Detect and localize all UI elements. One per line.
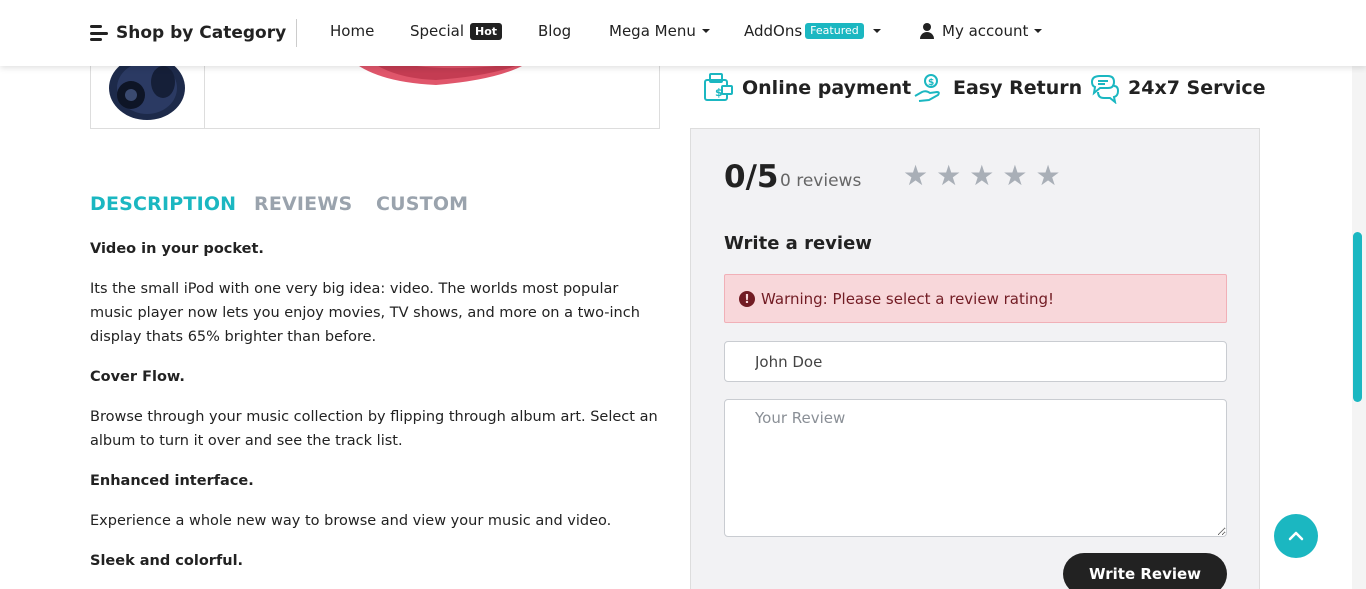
chevron-up-icon: [1288, 531, 1304, 541]
desc-heading: Cover Flow.: [90, 365, 665, 389]
nav-my-account[interactable]: My account: [920, 22, 1043, 40]
return-icon: $: [914, 74, 940, 102]
user-icon: [920, 23, 934, 39]
shop-by-category-label: Shop by Category: [116, 23, 287, 43]
tab-description[interactable]: DESCRIPTION: [90, 193, 236, 215]
review-textarea[interactable]: [724, 399, 1227, 537]
desc-paragraph: Experience a whole new way to browse and…: [90, 513, 612, 529]
warning-alert: ! Warning: Please select a review rating…: [724, 274, 1227, 323]
rating-stars: ★ ★ ★ ★ ★: [903, 159, 1061, 193]
desc-paragraph: Its the small iPod with one very big ide…: [90, 281, 640, 345]
desc-heading: Enhanced interface.: [90, 469, 665, 493]
chevron-down-icon: [1034, 29, 1043, 33]
nav-home[interactable]: Home: [330, 22, 374, 40]
scroll-to-top-button[interactable]: [1274, 514, 1318, 558]
feature-online-payment: $ Online payment: [702, 72, 911, 104]
top-navbar: Shop by Category Home Special Hot Blog M…: [0, 0, 1366, 66]
tab-custom[interactable]: CUSTOM: [376, 193, 468, 215]
desc-heading: Sleek and colorful.: [90, 549, 665, 573]
exclamation-icon: !: [739, 290, 755, 307]
chevron-down-icon: [872, 29, 881, 33]
scrollbar-thumb[interactable]: [1353, 232, 1362, 402]
star-icon[interactable]: ★: [969, 159, 994, 193]
nav-special-label: Special: [410, 22, 465, 40]
desc-heading-text: Sleek and colorful.: [90, 553, 244, 569]
reviews-count: 0 reviews: [780, 171, 862, 191]
chat-icon: [1090, 75, 1120, 104]
feature-24x7-service: 24x7 Service: [1088, 72, 1266, 104]
nav-my-account-label: My account: [942, 22, 1029, 40]
feature-label: Easy Return: [953, 77, 1083, 99]
rating-score: 0/5: [724, 159, 779, 195]
desc-heading-text: Cover Flow.: [90, 369, 185, 385]
write-review-button[interactable]: Write Review: [1063, 553, 1227, 589]
desc-paragraph: Browse through your music collection by …: [90, 409, 658, 449]
nav-addons-label: AddOns: [744, 22, 803, 40]
desc-heading-text: Enhanced interface.: [90, 473, 254, 489]
star-icon[interactable]: ★: [1002, 159, 1027, 193]
tab-reviews[interactable]: REVIEWS: [254, 193, 352, 215]
nav-home-label: Home: [330, 22, 375, 40]
star-icon[interactable]: ★: [936, 159, 961, 193]
nav-addons[interactable]: AddOns Featured: [744, 22, 881, 40]
featured-badge: Featured: [805, 23, 864, 39]
nav-blog-label: Blog: [538, 22, 572, 40]
payment-icon: $: [704, 73, 733, 101]
menu-icon: [90, 25, 108, 41]
desc-heading-text: Video in your pocket.: [90, 241, 264, 257]
desc-heading: Video in your pocket.: [90, 237, 665, 261]
review-panel: 0/5 0 reviews ★ ★ ★ ★ ★ Write a review !…: [690, 128, 1260, 589]
hot-badge: Hot: [470, 22, 503, 40]
nav-special[interactable]: Special Hot: [410, 22, 503, 40]
nav-divider: [296, 19, 297, 47]
feature-easy-return: $ Easy Return: [913, 72, 1082, 104]
chevron-down-icon: [701, 29, 710, 33]
name-input[interactable]: [724, 341, 1227, 382]
nav-mega-menu[interactable]: Mega Menu: [609, 22, 710, 40]
feature-label: 24x7 Service: [1128, 77, 1266, 99]
nav-mega-menu-label: Mega Menu: [609, 22, 696, 40]
star-icon[interactable]: ★: [1035, 159, 1060, 193]
shop-by-category-menu[interactable]: Shop by Category: [90, 20, 286, 46]
svg-text:$: $: [928, 78, 934, 88]
write-review-title: Write a review: [724, 233, 872, 254]
feature-label: Online payment: [742, 77, 912, 99]
warning-text: Warning: Please select a review rating!: [761, 289, 1055, 308]
star-icon[interactable]: ★: [903, 159, 928, 193]
nav-blog[interactable]: Blog: [538, 22, 571, 40]
